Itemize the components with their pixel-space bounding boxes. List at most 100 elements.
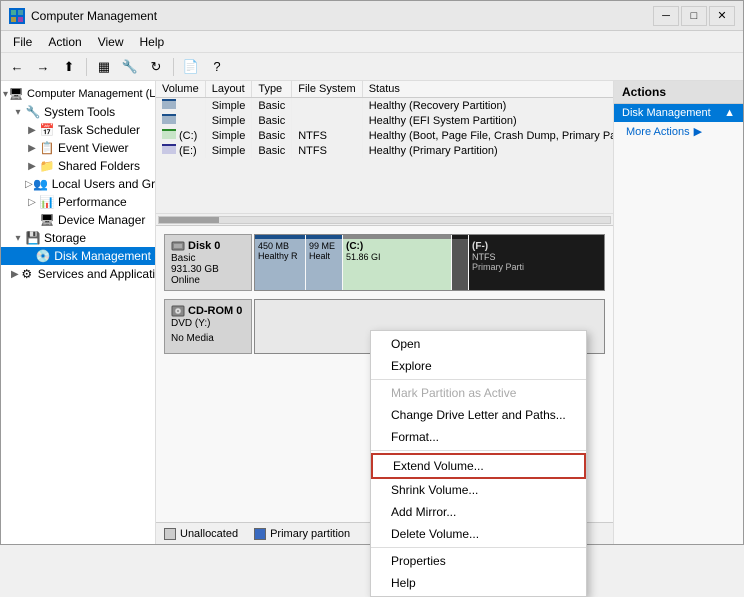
sidebar-item-event-viewer[interactable]: ▶ 📋 Event Viewer <box>1 139 155 157</box>
sidebar-item-system-tools[interactable]: ▾ 🔧 System Tools <box>1 103 155 121</box>
sidebar-item-storage[interactable]: ▾ 💾 Storage <box>1 229 155 247</box>
window-icon <box>9 8 25 24</box>
toolbar-help[interactable]: ? <box>205 56 229 78</box>
ctx-properties[interactable]: Properties <box>371 550 586 572</box>
partition-c[interactable]: (C:) 51.86 GI <box>343 235 451 290</box>
partition-e[interactable]: (F-) NTFS Primary Parti <box>469 235 604 290</box>
cell-status: Healthy (Recovery Partition) <box>362 98 613 114</box>
toolbar-show-hide[interactable]: ▦ <box>92 56 116 78</box>
cdrom-name: CD-ROM 0 <box>188 305 242 317</box>
disk-0-type: Basic <box>171 253 245 264</box>
more-actions-label: More Actions <box>626 126 690 138</box>
partition-recovery-status: Healthy R <box>258 251 302 261</box>
menu-bar: File Action View Help <box>1 31 743 53</box>
menu-help[interactable]: Help <box>132 33 173 51</box>
sidebar-item-services[interactable]: ▶ ⚙ Services and Applications <box>1 265 155 283</box>
title-bar: Computer Management ─ □ ✕ <box>1 1 743 31</box>
sidebar-item-disk-management[interactable]: 💿 Disk Management <box>1 247 155 265</box>
partition-unalloc[interactable] <box>452 235 468 290</box>
disk-0-partitions: 450 MB Healthy R 99 ME Healt (C:) 51.86 … <box>254 234 605 291</box>
expand-icon-lu: ▷ <box>25 179 33 190</box>
sidebar-label-computer-management: Computer Management (Local <box>27 88 156 100</box>
ctx-change-letter[interactable]: Change Drive Letter and Paths... <box>371 404 586 426</box>
sidebar-item-shared-folders[interactable]: ▶ 📁 Shared Folders <box>1 157 155 175</box>
partition-recovery-size: 450 MB <box>258 241 302 251</box>
sidebar-item-performance[interactable]: ▷ 📊 Performance <box>1 193 155 211</box>
ctx-delete-volume[interactable]: Delete Volume... <box>371 523 586 545</box>
partition-efi-status: Healt <box>309 251 339 261</box>
sidebar-label-event-viewer: Event Viewer <box>58 141 128 155</box>
sidebar-item-device-manager[interactable]: 🖥 Device Manager <box>1 211 155 229</box>
col-filesystem[interactable]: File System <box>292 81 362 98</box>
col-type[interactable]: Type <box>252 81 292 98</box>
menu-action[interactable]: Action <box>40 33 89 51</box>
expand-icon-sf: ▶ <box>25 161 39 172</box>
status-primary: Primary partition <box>254 528 350 540</box>
ctx-shrink-volume[interactable]: Shrink Volume... <box>371 479 586 501</box>
menu-view[interactable]: View <box>90 33 132 51</box>
context-menu: Open Explore Mark Partition as Active Ch… <box>370 330 587 597</box>
primary-color <box>254 528 266 540</box>
table-row[interactable]: (C:) Simple Basic NTFS Healthy (Boot, Pa… <box>156 128 613 143</box>
cell-type: Basic <box>252 98 292 114</box>
cell-type: Basic <box>252 143 292 158</box>
action-section-disk-management[interactable]: Disk Management ▲ <box>614 104 743 122</box>
chevron-up-icon: ▲ <box>724 107 735 119</box>
sidebar-item-computer-management[interactable]: ▾ 🖥 Computer Management (Local <box>1 85 155 103</box>
menu-file[interactable]: File <box>5 33 40 51</box>
minimize-button[interactable]: ─ <box>653 6 679 26</box>
toolbar-properties[interactable]: 🔧 <box>118 56 142 78</box>
sidebar-item-task-scheduler[interactable]: ▶ 📅 Task Scheduler <box>1 121 155 139</box>
toolbar-export[interactable]: 📄 <box>179 56 203 78</box>
ctx-add-mirror[interactable]: Add Mirror... <box>371 501 586 523</box>
toolbar-back[interactable]: ← <box>5 56 29 78</box>
ctx-mark-active: Mark Partition as Active <box>371 382 586 404</box>
maximize-button[interactable]: □ <box>681 6 707 26</box>
scrollbar-track[interactable] <box>158 216 611 224</box>
table-row[interactable]: (E:) Simple Basic NTFS Healthy (Primary … <box>156 143 613 158</box>
table-scroll[interactable]: Volume Layout Type File System Status Ca… <box>156 81 613 213</box>
cell-layout: Simple <box>205 143 252 158</box>
cell-volume: (C:) <box>156 128 205 143</box>
partition-recovery[interactable]: 450 MB Healthy R <box>255 235 305 290</box>
toolbar-refresh[interactable]: ↻ <box>144 56 168 78</box>
performance-icon: 📊 <box>39 194 55 210</box>
expand-icon-services: ▶ <box>11 269 19 280</box>
col-volume[interactable]: Volume <box>156 81 205 98</box>
ctx-help[interactable]: Help <box>371 572 586 594</box>
toolbar-forward[interactable]: → <box>31 56 55 78</box>
cell-type: Basic <box>252 113 292 128</box>
ctx-sep-1 <box>371 379 586 380</box>
col-layout[interactable]: Layout <box>205 81 252 98</box>
scrollbar-thumb[interactable] <box>159 217 219 223</box>
ctx-explore[interactable]: Explore <box>371 355 586 377</box>
expand-icon-ts: ▶ <box>25 125 39 136</box>
ctx-format[interactable]: Format... <box>371 426 586 448</box>
expand-icon-perf: ▷ <box>25 197 39 208</box>
table-row[interactable]: Simple Basic Healthy (Recovery Partition… <box>156 98 613 114</box>
partition-e-name: (F-) <box>472 241 601 252</box>
close-button[interactable]: ✕ <box>709 6 735 26</box>
unallocated-label: Unallocated <box>180 528 238 540</box>
sidebar-label-task-scheduler: Task Scheduler <box>58 123 140 137</box>
partition-c-size: 51.86 GI <box>346 252 448 262</box>
event-viewer-icon: 📋 <box>39 140 55 156</box>
cell-fs: NTFS <box>292 128 362 143</box>
sidebar-item-local-users[interactable]: ▷ 👥 Local Users and Groups <box>1 175 155 193</box>
actions-header: Actions <box>614 81 743 104</box>
table-row[interactable]: Simple Basic Healthy (EFI System Partiti… <box>156 113 613 128</box>
computer-icon: 🖥 <box>8 86 24 102</box>
disk-0-size: 931.30 GB <box>171 264 245 275</box>
ctx-open[interactable]: Open <box>371 333 586 355</box>
ctx-extend-volume[interactable]: Extend Volume... <box>371 453 586 479</box>
col-status[interactable]: Status <box>362 81 613 98</box>
more-actions-link[interactable]: More Actions ▶ <box>614 122 743 141</box>
partition-efi[interactable]: 99 ME Healt <box>306 235 342 290</box>
arrow-right-icon: ▶ <box>694 125 702 138</box>
cell-status: Healthy (Primary Partition) <box>362 143 613 158</box>
horizontal-scrollbar[interactable] <box>156 213 613 225</box>
sidebar-label-device-manager: Device Manager <box>58 213 145 227</box>
cell-volume <box>156 98 205 114</box>
toolbar-up[interactable]: ⬆ <box>57 56 81 78</box>
system-tools-icon: 🔧 <box>25 104 41 120</box>
